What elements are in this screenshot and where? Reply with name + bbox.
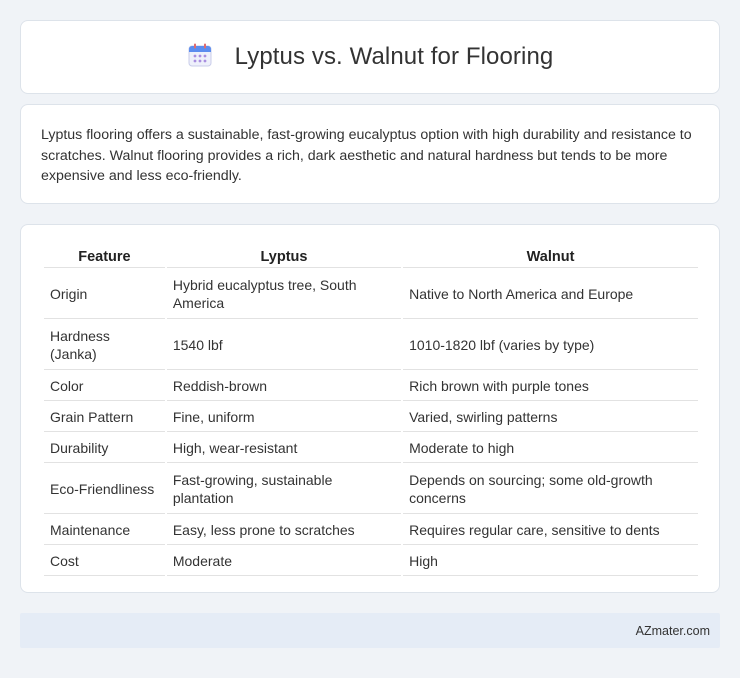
lyptus-cell: Hybrid eucalyptus tree, South America [166,270,402,319]
comparison-card: Feature Lyptus Walnut Origin Hybrid euca… [20,224,720,593]
table-row: Origin Hybrid eucalyptus tree, South Ame… [44,270,698,319]
page-title: Lyptus vs. Walnut for Flooring [234,43,554,70]
lyptus-cell: Reddish-brown [166,372,402,401]
lyptus-cell: Easy, less prone to scratches [166,516,402,545]
intro-text: Lyptus flooring offers a sustainable, fa… [41,127,692,184]
walnut-cell: Depends on sourcing; some old-growth con… [403,465,698,514]
table-row: Color Reddish-brown Rich brown with purp… [44,372,698,401]
lyptus-cell: High, wear-resistant [166,434,402,463]
table-row: Maintenance Easy, less prone to scratche… [44,516,698,545]
feature-cell: Durability [44,434,165,463]
walnut-cell: Moderate to high [403,434,698,463]
walnut-cell: Rich brown with purple tones [403,372,698,401]
walnut-cell: Native to North America and Europe [403,270,698,319]
lyptus-cell: Fast-growing, sustainable plantation [166,465,402,514]
table-row: Hardness (Janka) 1540 lbf 1010-1820 lbf … [44,321,698,370]
walnut-cell: High [403,547,698,576]
intro-card: Lyptus flooring offers a sustainable, fa… [20,104,720,204]
walnut-cell: 1010-1820 lbf (varies by type) [403,321,698,370]
feature-cell: Hardness (Janka) [44,321,165,370]
walnut-cell: Requires regular care, sensitive to dent… [403,516,698,545]
table-row: Eco-Friendliness Fast-growing, sustainab… [44,465,698,514]
comparison-table: Feature Lyptus Walnut Origin Hybrid euca… [42,243,700,578]
feature-cell: Maintenance [44,516,165,545]
walnut-cell: Varied, swirling patterns [403,403,698,432]
table-header-row: Feature Lyptus Walnut [44,245,698,268]
table-row: Durability High, wear-resistant Moderate… [44,434,698,463]
header-feature: Feature [44,245,165,268]
footer-brand[interactable]: AZmater.com [636,624,710,638]
feature-cell: Eco-Friendliness [44,465,165,514]
lyptus-cell: Fine, uniform [166,403,402,432]
header-walnut: Walnut [403,245,698,268]
table-row: Cost Moderate High [44,547,698,576]
feature-cell: Origin [44,270,165,319]
lyptus-cell: Moderate [166,547,402,576]
title-card: Lyptus vs. Walnut for Flooring [20,20,720,94]
footer-bar: AZmater.com [20,613,720,648]
lyptus-cell: 1540 lbf [166,321,402,370]
table-row: Grain Pattern Fine, uniform Varied, swir… [44,403,698,432]
feature-cell: Color [44,372,165,401]
calendar-icon [188,43,212,67]
feature-cell: Grain Pattern [44,403,165,432]
feature-cell: Cost [44,547,165,576]
header-lyptus: Lyptus [166,245,402,268]
